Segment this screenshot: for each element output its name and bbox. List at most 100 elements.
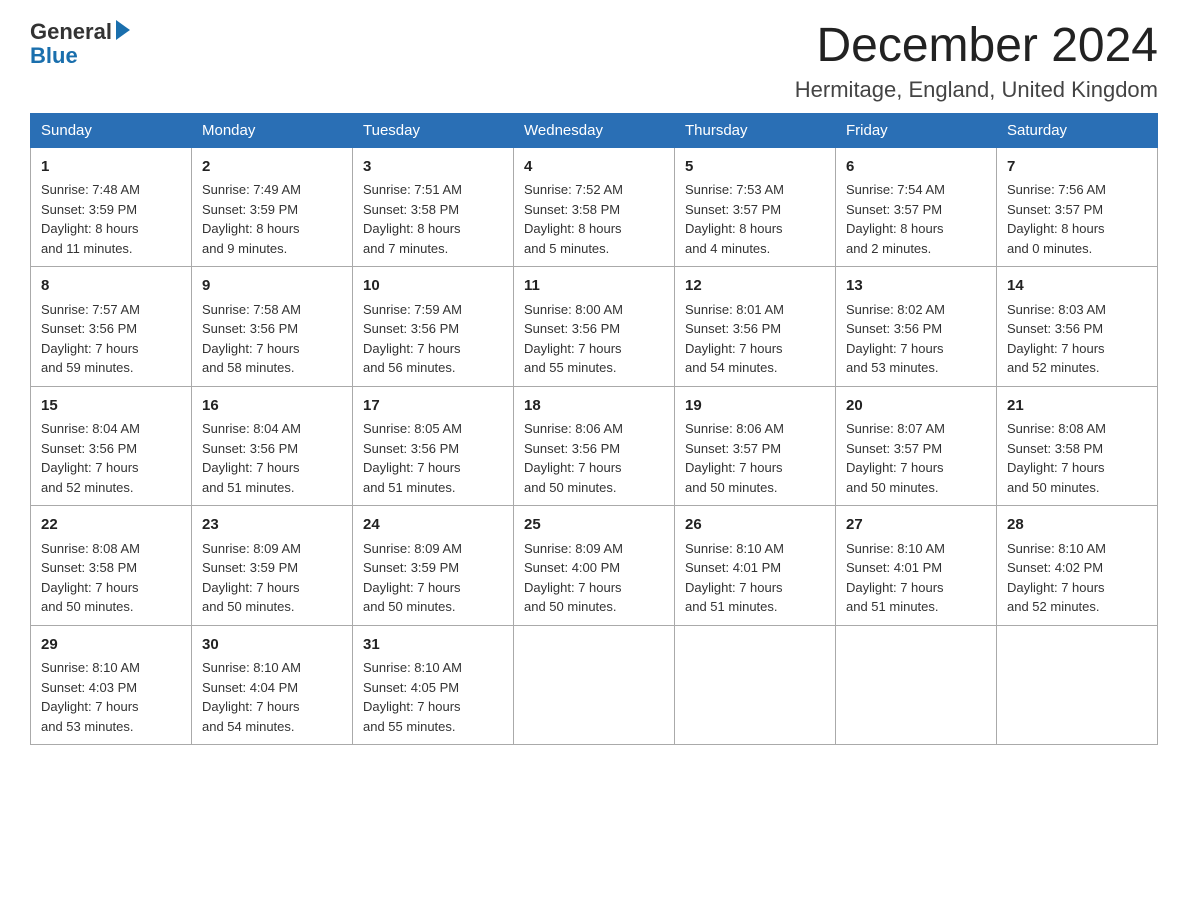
calendar-cell: 4 Sunrise: 7:52 AM Sunset: 3:58 PM Daylig… bbox=[514, 147, 675, 267]
calendar-cell: 17 Sunrise: 8:05 AM Sunset: 3:56 PM Dayli… bbox=[353, 386, 514, 506]
calendar-week-row: 1 Sunrise: 7:48 AM Sunset: 3:59 PM Daylig… bbox=[31, 147, 1158, 267]
page-header: General Blue December 2024 Hermitage, En… bbox=[30, 20, 1158, 103]
calendar-week-row: 29Sunrise: 8:10 AM Sunset: 4:03 PM Dayli… bbox=[31, 625, 1158, 745]
logo: General Blue bbox=[30, 20, 130, 68]
calendar-cell: 16Sunrise: 8:04 AM Sunset: 3:56 PM Dayli… bbox=[192, 386, 353, 506]
calendar-table: SundayMondayTuesdayWednesdayThursdayFrid… bbox=[30, 113, 1158, 746]
day-info: Sunrise: 8:08 AM Sunset: 3:58 PM Dayligh… bbox=[1007, 421, 1106, 495]
calendar-cell: 26Sunrise: 8:10 AM Sunset: 4:01 PM Dayli… bbox=[675, 506, 836, 626]
day-number: 9 bbox=[202, 275, 342, 298]
day-header-sunday: Sunday bbox=[31, 113, 192, 147]
calendar-cell: 19 Sunrise: 8:06 AM Sunset: 3:57 PM Dayli… bbox=[675, 386, 836, 506]
day-info: Sunrise: 8:03 AM Sunset: 3:56 PM Dayligh… bbox=[1007, 302, 1106, 376]
calendar-cell: 31 Sunrise: 8:10 AM Sunset: 4:05 PM Dayli… bbox=[353, 625, 514, 745]
day-number: 11 bbox=[524, 275, 664, 298]
day-info: Sunrise: 8:09 AM Sunset: 4:00 PM Dayligh… bbox=[524, 541, 623, 615]
day-number: 4 bbox=[524, 156, 664, 179]
day-info: Sunrise: 8:10 AM Sunset: 4:01 PM Dayligh… bbox=[685, 541, 784, 615]
day-info: Sunrise: 8:01 AM Sunset: 3:56 PM Dayligh… bbox=[685, 302, 784, 376]
day-info: Sunrise: 8:04 AM Sunset: 3:56 PM Dayligh… bbox=[202, 421, 301, 495]
day-number: 7 bbox=[1007, 156, 1147, 179]
day-number: 5 bbox=[685, 156, 825, 179]
calendar-cell: 30Sunrise: 8:10 AM Sunset: 4:04 PM Dayli… bbox=[192, 625, 353, 745]
day-info: Sunrise: 7:53 AM Sunset: 3:57 PM Dayligh… bbox=[685, 182, 784, 256]
day-number: 10 bbox=[363, 275, 503, 298]
day-info: Sunrise: 7:59 AM Sunset: 3:56 PM Dayligh… bbox=[363, 302, 462, 376]
day-number: 2 bbox=[202, 156, 342, 179]
day-number: 28 bbox=[1007, 514, 1147, 537]
calendar-week-row: 22 Sunrise: 8:08 AM Sunset: 3:58 PM Dayli… bbox=[31, 506, 1158, 626]
day-info: Sunrise: 8:10 AM Sunset: 4:01 PM Dayligh… bbox=[846, 541, 945, 615]
calendar-cell bbox=[675, 625, 836, 745]
calendar-cell: 14Sunrise: 8:03 AM Sunset: 3:56 PM Dayli… bbox=[997, 267, 1158, 387]
day-info: Sunrise: 8:00 AM Sunset: 3:56 PM Dayligh… bbox=[524, 302, 623, 376]
day-number: 3 bbox=[363, 156, 503, 179]
calendar-header-row: SundayMondayTuesdayWednesdayThursdayFrid… bbox=[31, 113, 1158, 147]
logo-triangle-icon bbox=[116, 20, 130, 40]
calendar-cell bbox=[997, 625, 1158, 745]
calendar-cell: 27 Sunrise: 8:10 AM Sunset: 4:01 PM Dayli… bbox=[836, 506, 997, 626]
calendar-cell bbox=[514, 625, 675, 745]
day-info: Sunrise: 7:56 AM Sunset: 3:57 PM Dayligh… bbox=[1007, 182, 1106, 256]
day-header-wednesday: Wednesday bbox=[514, 113, 675, 147]
day-info: Sunrise: 7:54 AM Sunset: 3:57 PM Dayligh… bbox=[846, 182, 945, 256]
day-number: 31 bbox=[363, 634, 503, 657]
calendar-cell bbox=[836, 625, 997, 745]
calendar-cell: 1 Sunrise: 7:48 AM Sunset: 3:59 PM Daylig… bbox=[31, 147, 192, 267]
day-info: Sunrise: 7:58 AM Sunset: 3:56 PM Dayligh… bbox=[202, 302, 301, 376]
calendar-cell: 5 Sunrise: 7:53 AM Sunset: 3:57 PM Daylig… bbox=[675, 147, 836, 267]
day-info: Sunrise: 8:08 AM Sunset: 3:58 PM Dayligh… bbox=[41, 541, 140, 615]
calendar-header: December 2024 Hermitage, England, United… bbox=[795, 20, 1158, 103]
calendar-cell: 10 Sunrise: 7:59 AM Sunset: 3:56 PM Dayli… bbox=[353, 267, 514, 387]
calendar-cell: 21 Sunrise: 8:08 AM Sunset: 3:58 PM Dayli… bbox=[997, 386, 1158, 506]
day-number: 13 bbox=[846, 275, 986, 298]
calendar-cell: 8 Sunrise: 7:57 AM Sunset: 3:56 PM Daylig… bbox=[31, 267, 192, 387]
day-number: 24 bbox=[363, 514, 503, 537]
day-number: 12 bbox=[685, 275, 825, 298]
day-info: Sunrise: 8:10 AM Sunset: 4:05 PM Dayligh… bbox=[363, 660, 462, 734]
day-number: 1 bbox=[41, 156, 181, 179]
day-info: Sunrise: 8:05 AM Sunset: 3:56 PM Dayligh… bbox=[363, 421, 462, 495]
logo-general-text: General bbox=[30, 20, 112, 44]
day-info: Sunrise: 8:09 AM Sunset: 3:59 PM Dayligh… bbox=[202, 541, 301, 615]
calendar-cell: 28Sunrise: 8:10 AM Sunset: 4:02 PM Dayli… bbox=[997, 506, 1158, 626]
calendar-cell: 24 Sunrise: 8:09 AM Sunset: 3:59 PM Dayli… bbox=[353, 506, 514, 626]
day-number: 20 bbox=[846, 395, 986, 418]
calendar-cell: 6 Sunrise: 7:54 AM Sunset: 3:57 PM Daylig… bbox=[836, 147, 997, 267]
day-number: 8 bbox=[41, 275, 181, 298]
day-number: 22 bbox=[41, 514, 181, 537]
day-info: Sunrise: 7:49 AM Sunset: 3:59 PM Dayligh… bbox=[202, 182, 301, 256]
day-info: Sunrise: 7:57 AM Sunset: 3:56 PM Dayligh… bbox=[41, 302, 140, 376]
day-info: Sunrise: 8:07 AM Sunset: 3:57 PM Dayligh… bbox=[846, 421, 945, 495]
day-number: 6 bbox=[846, 156, 986, 179]
calendar-cell: 18Sunrise: 8:06 AM Sunset: 3:56 PM Dayli… bbox=[514, 386, 675, 506]
day-number: 23 bbox=[202, 514, 342, 537]
day-header-saturday: Saturday bbox=[997, 113, 1158, 147]
day-number: 18 bbox=[524, 395, 664, 418]
day-number: 25 bbox=[524, 514, 664, 537]
day-number: 29 bbox=[41, 634, 181, 657]
calendar-cell: 25 Sunrise: 8:09 AM Sunset: 4:00 PM Dayli… bbox=[514, 506, 675, 626]
day-info: Sunrise: 8:06 AM Sunset: 3:57 PM Dayligh… bbox=[685, 421, 784, 495]
day-info: Sunrise: 8:04 AM Sunset: 3:56 PM Dayligh… bbox=[41, 421, 140, 495]
logo-blue-text: Blue bbox=[30, 43, 78, 68]
day-header-tuesday: Tuesday bbox=[353, 113, 514, 147]
day-number: 15 bbox=[41, 395, 181, 418]
calendar-cell: 11 Sunrise: 8:00 AM Sunset: 3:56 PM Dayli… bbox=[514, 267, 675, 387]
day-number: 17 bbox=[363, 395, 503, 418]
day-number: 27 bbox=[846, 514, 986, 537]
day-info: Sunrise: 7:48 AM Sunset: 3:59 PM Dayligh… bbox=[41, 182, 140, 256]
day-info: Sunrise: 7:52 AM Sunset: 3:58 PM Dayligh… bbox=[524, 182, 623, 256]
calendar-cell: 3Sunrise: 7:51 AM Sunset: 3:58 PM Daylig… bbox=[353, 147, 514, 267]
calendar-cell: 22 Sunrise: 8:08 AM Sunset: 3:58 PM Dayli… bbox=[31, 506, 192, 626]
calendar-cell: 23 Sunrise: 8:09 AM Sunset: 3:59 PM Dayli… bbox=[192, 506, 353, 626]
calendar-cell: 29Sunrise: 8:10 AM Sunset: 4:03 PM Dayli… bbox=[31, 625, 192, 745]
day-info: Sunrise: 8:09 AM Sunset: 3:59 PM Dayligh… bbox=[363, 541, 462, 615]
calendar-cell: 2 Sunrise: 7:49 AM Sunset: 3:59 PM Daylig… bbox=[192, 147, 353, 267]
calendar-cell: 13Sunrise: 8:02 AM Sunset: 3:56 PM Dayli… bbox=[836, 267, 997, 387]
calendar-title: December 2024 bbox=[795, 20, 1158, 73]
calendar-week-row: 8 Sunrise: 7:57 AM Sunset: 3:56 PM Daylig… bbox=[31, 267, 1158, 387]
day-number: 19 bbox=[685, 395, 825, 418]
day-header-monday: Monday bbox=[192, 113, 353, 147]
day-number: 21 bbox=[1007, 395, 1147, 418]
